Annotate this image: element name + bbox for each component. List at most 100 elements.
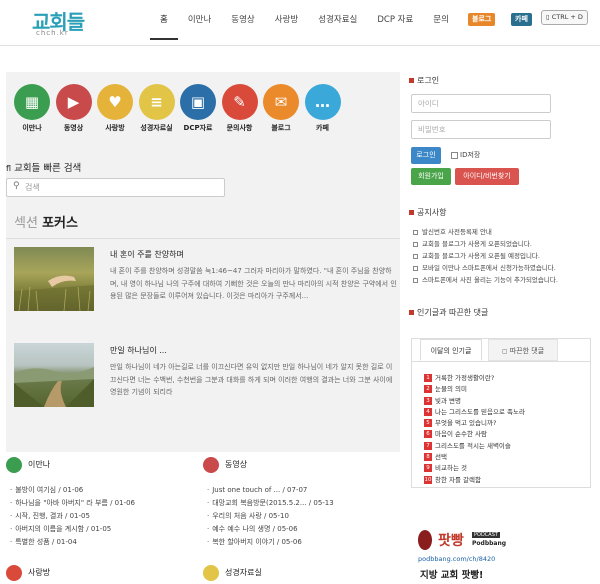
rank-number: 8 (424, 453, 432, 462)
login-button[interactable]: 로그인 (411, 147, 441, 164)
popular-item-title: 마음이 순수한 사람 (435, 430, 487, 439)
ad-tagline: 지방 교회 팟빵! (420, 570, 484, 581)
id-input[interactable]: 아이디 (411, 94, 551, 113)
message-icon: … (304, 84, 341, 120)
notice-item[interactable]: 교회들 블로그가 사용게 오픈되었습니다. (413, 238, 592, 250)
post-thumbnail-path[interactable] (14, 343, 94, 407)
notice-item[interactable]: 발신번호 사전등록제 안내 (413, 226, 592, 238)
rank-number: 3 (424, 396, 432, 405)
popular-header: 인기글과 따끈한 댓글 (409, 307, 592, 318)
icon-menu-label: 카페 (316, 124, 329, 132)
ad-brand-en: Podbbang (472, 540, 507, 547)
nav-sarang[interactable]: 사랑방 (265, 0, 308, 40)
post-thumbnail-field[interactable] (14, 247, 94, 312)
save-id-checkbox[interactable]: ID저장 (451, 150, 480, 160)
site-logo[interactable]: 교회들 chch.kr (32, 6, 94, 37)
nav-video[interactable]: 동영상 (221, 0, 264, 40)
icon-menu-item[interactable]: … 카페 (301, 84, 345, 133)
nav-bible[interactable]: 성경자료실 (308, 0, 367, 40)
ad-podcast-tag: PODCAST (472, 532, 500, 538)
list-item[interactable]: 불방이 여기심 / 01-06 (10, 484, 135, 497)
focus-post[interactable]: 내 혼이 주를 찬양하며 내 혼이 주를 찬양하며 성경말씀 눅1:46~47 … (14, 247, 397, 317)
popular-item[interactable]: 8 선택 (424, 452, 525, 463)
join-button[interactable]: 회원가입 (411, 168, 451, 185)
icon-menu: ▦ 이만나 ▶ 동영상 ♥ 사랑방 ≡ 성경자료실 ▣ DCP자료 ✎ 문의사항 ✉ 블로그 … 카페 (6, 84, 400, 144)
podbbang-banner[interactable]: 팟빵 PODCAST Podbbang podbbang.com/ch/8420… (416, 530, 516, 584)
notice-title: 공지사항 (409, 207, 592, 218)
popular-item[interactable]: 2 눈물의 의미 (424, 384, 525, 395)
quick-search-title: ﬂ 교회들 빠른 검색 (6, 160, 81, 174)
popular-item[interactable]: 10 창한 자를 갈렉함 (424, 475, 525, 486)
focus-post[interactable]: 만일 하나님이 ... 만일 하나님이 네가 아는길로 너를 이끄신다면 유익 … (14, 343, 394, 413)
popular-item[interactable]: 5 무엇을 먹고 있습니까? (424, 418, 525, 429)
manna-title[interactable]: 이만나 (28, 459, 50, 470)
popular-item[interactable]: 6 마음이 순수한 사람 (424, 429, 525, 440)
popular-item-title: 무엇을 먹고 있습니까? (435, 419, 497, 428)
popular-item[interactable]: 9 비교하는 것 (424, 463, 525, 474)
post-title[interactable]: 내 혼이 주를 찬양하며 (110, 249, 184, 260)
nav-manna[interactable]: 이만나 (178, 0, 221, 40)
notice-title-text: 공지사항 (417, 208, 447, 217)
icon-menu-item[interactable]: ▶ 동영상 (52, 84, 96, 133)
tab-monthly-popular[interactable]: 이달의 인기글 (420, 339, 482, 361)
rank-number: 4 (424, 407, 432, 416)
nav-home[interactable]: 홈 (150, 0, 178, 40)
video-icon (203, 457, 219, 473)
sarang-title[interactable]: 사랑방 (28, 567, 50, 578)
popular-item[interactable]: 3 빛과 변명 (424, 396, 525, 407)
blog-badge[interactable]: 블로그 (468, 13, 496, 26)
search-input[interactable]: ⚲ 검색 (6, 178, 225, 197)
popular-item-title: 거룩한 가정생활이란? (435, 374, 495, 382)
bible-title[interactable]: 성경자료실 (225, 567, 262, 578)
icon-menu-label: 사랑방 (105, 124, 125, 132)
popular-item[interactable]: 1 거룩한 가정생활이란? (424, 373, 525, 384)
password-input[interactable]: 비밀번호 (411, 120, 551, 139)
rank-number: 2 (424, 385, 432, 394)
popular-item[interactable]: 4 나는 그리스도를 믿음으로 족노라 (424, 407, 525, 418)
icon-menu-label: 이만나 (22, 124, 42, 132)
bullet-icon (409, 310, 414, 315)
icon-menu-item[interactable]: ♥ 사랑방 (93, 84, 137, 133)
notice-item[interactable]: 스마트폰에서 사진 올리는 기능이 추가되었습니다. (413, 274, 592, 286)
popular-item-title: 나는 그리스도를 믿음으로 족노라 (435, 407, 525, 416)
sarang-header: 사랑방 (6, 560, 196, 584)
list-item[interactable]: Just one touch of ... / 07-07 (207, 484, 334, 497)
icon-menu-item[interactable]: ✉ 블로그 (259, 84, 303, 133)
post-excerpt: 만일 하나님이 네가 아는길로 너를 이끄신다면 유익 없지만 만일 하나님이 … (110, 363, 393, 396)
icon-menu-item[interactable]: ▦ 이만나 (10, 84, 54, 133)
bullet-icon (409, 210, 414, 215)
book-icon: ≡ (138, 84, 175, 120)
list-item[interactable]: 특별한 성품 / 01-04 (10, 536, 135, 549)
logo-subtext: chch.kr (36, 29, 69, 37)
find-account-button[interactable]: 아이디/비번찾기 (455, 168, 519, 185)
nav-dcp[interactable]: DCP 자료 (367, 0, 423, 40)
icon-menu-item[interactable]: ≡ 성경자료실 (135, 84, 179, 133)
list-item[interactable]: 시작, 진행, 결과 / 01-05 (10, 510, 135, 523)
icon-menu-item[interactable]: ✎ 문의사항 (218, 84, 262, 133)
tab-recent-comments[interactable]: ▢ 따끈한 댓글 (488, 339, 558, 361)
icon-menu-item[interactable]: ▣ DCP자료 (176, 84, 220, 133)
cafe-badge[interactable]: 카페 (511, 13, 532, 26)
video-list: Just one touch of ... / 07-07대망교회 복음방문(2… (207, 484, 334, 549)
comment-icon: ▢ (501, 348, 508, 355)
list-item[interactable]: 복한 할아버지 이야기 / 05-06 (207, 536, 334, 549)
popular-item-title: 눈물의 의미 (435, 385, 467, 394)
notice-item[interactable]: 모바일 이만나 스마트폰에서 신청가능하였습니다. (413, 262, 592, 274)
post-title[interactable]: 만일 하나님이 ... (110, 345, 167, 356)
video-title[interactable]: 동영상 (225, 459, 247, 470)
bullet-icon (409, 78, 414, 83)
list-item[interactable]: 우리의 처음 사랑 / 05-10 (207, 510, 334, 523)
list-item[interactable]: 예수 예수 나의 생명 / 05-06 (207, 523, 334, 536)
calendar-icon: ▦ (14, 84, 50, 120)
video-icon: ▶ (55, 84, 92, 120)
list-item[interactable]: 하나님을 "아바 아버지" 라 부름 / 01-06 (10, 497, 135, 510)
list-item[interactable]: 아버지의 이름을 계시함 / 01-05 (10, 523, 135, 536)
path-landscape-image (14, 367, 94, 407)
manna-header: 이만나 (6, 452, 196, 476)
nav-inquiry[interactable]: 문의 (423, 0, 459, 40)
list-item[interactable]: 대망교회 복음방문(2015.5.2... / 05-13 (207, 497, 333, 510)
popular-item[interactable]: 7 그리스도를 적시는 새벽이슬 (424, 441, 525, 452)
bible-header: 성경자료실 (203, 560, 393, 584)
notice-item[interactable]: 교회들 블로그가 사용게 오픈될 예정입니다. (413, 250, 592, 262)
bookmark-shortcut[interactable]: ▯ CTRL + D (541, 10, 588, 25)
